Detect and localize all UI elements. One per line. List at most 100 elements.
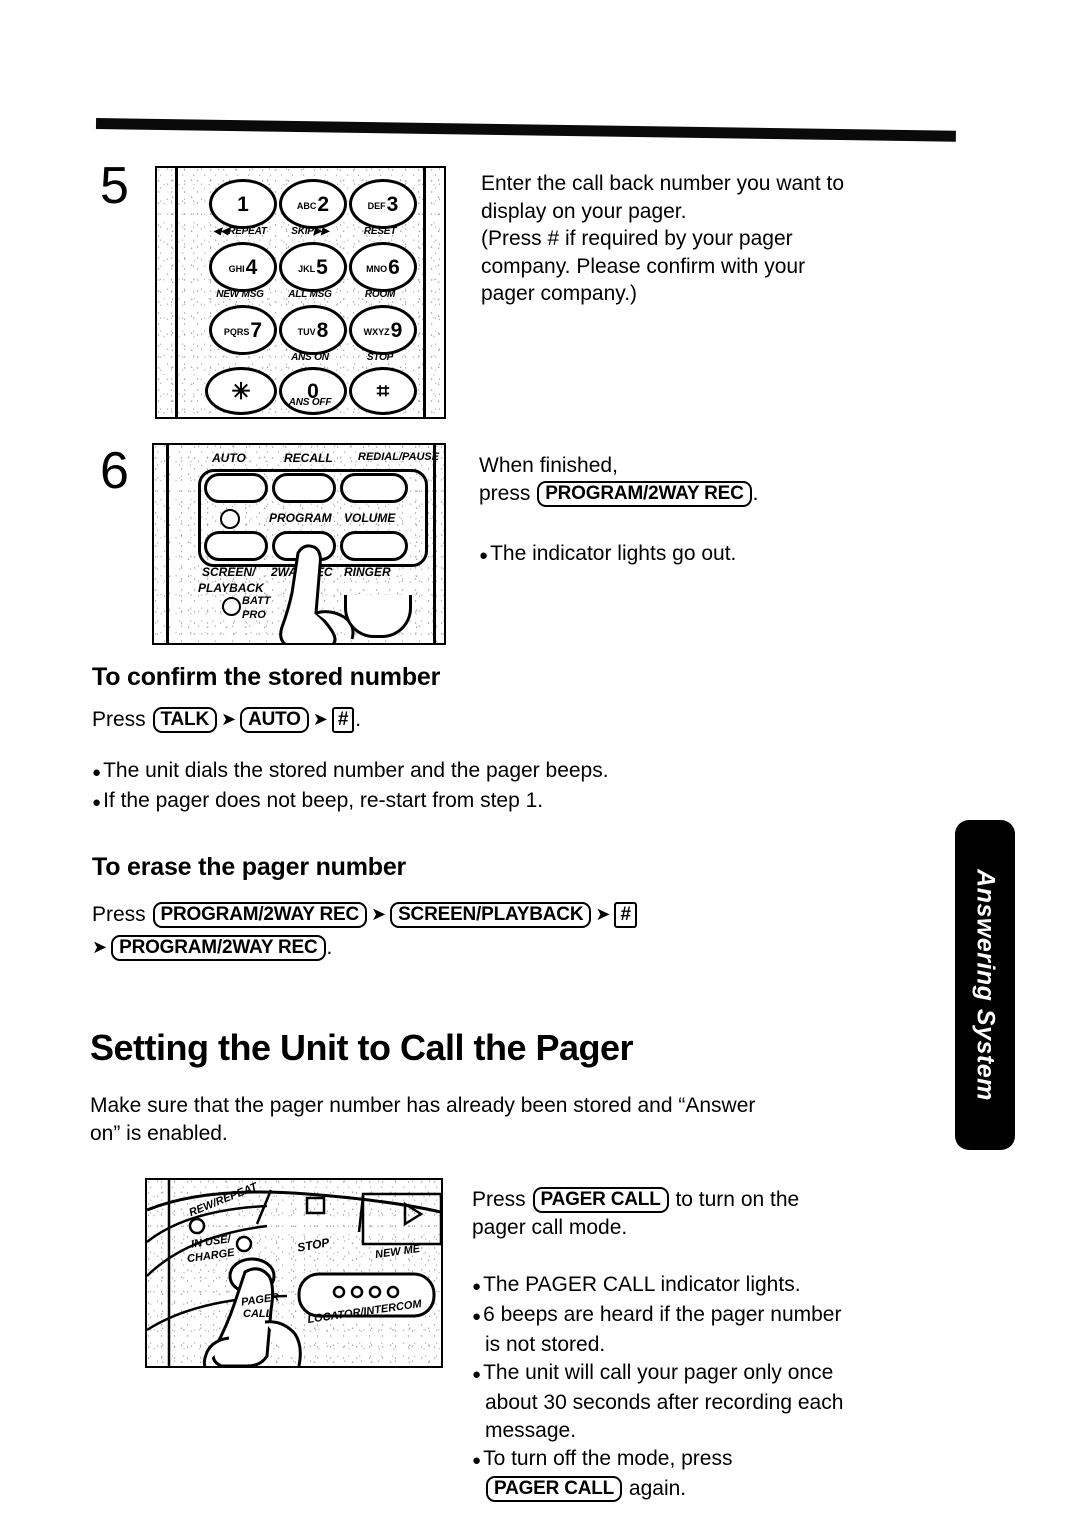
step-5-line-5: pager company.) [481,282,638,305]
pager-bullets: The PAGER CALL indicator lights. 6 beeps… [472,1271,962,1503]
keycap-auto: AUTO [240,707,309,733]
step-6-bullets: The indicator lights go out. [479,540,959,570]
label-stop: STOP [366,352,394,363]
key-7-digit: 7 [250,318,263,342]
period: . [355,708,362,731]
keycap-program-2way-rec: PROGRAM/2WAY REC [111,935,326,961]
period: . [326,936,333,959]
label-auto: AUTO [212,451,246,465]
key-5-digit: 5 [316,255,328,279]
key-hash-glyph: ⌗ [376,378,390,403]
period: . [752,481,759,505]
key-star-glyph: ✳ [231,377,251,404]
keycap-screen-playback: SCREEN/PLAYBACK [390,902,592,928]
label-skip: SKIP▶▶ [291,226,329,237]
bullet-item: The indicator lights go out. [479,540,959,570]
pager-instruction-line-2: pager call mode. [472,1215,628,1239]
key-4-digit: 4 [245,255,258,279]
label-call: CALL [243,1308,273,1320]
key-5-letters: JKL [298,263,316,274]
label-ans-off: ANS OFF [288,397,332,408]
label-screen: SCREEN/ [202,565,256,579]
label-volume: VOLUME [344,511,396,525]
key-9: WXYZ 9 [349,305,417,355]
erase-heading: To erase the pager number [92,853,407,881]
key-2-letters: ABC [296,200,317,211]
key-5: JKL 5 [279,242,347,292]
key-star: ✳ [205,367,277,415]
step-6-text: When finished, press PROGRAM/2WAY REC. [479,452,959,507]
pager-intro: Make sure that the pager number has alre… [90,1092,950,1147]
keypad-edge-left [175,168,178,417]
bullet-item: 6 beeps are heard if the pager number [472,1301,962,1331]
keycap-program-2way-rec: PROGRAM/2WAY REC [537,480,752,507]
step-6-illustration-base-unit: AUTO RECALL REDIAL/PAUSE PROGRAM VOLUME … [152,443,446,645]
page-title: Setting the Unit to Call the Pager [90,1027,634,1068]
confirm-heading: To confirm the stored number [92,663,441,691]
key-1-digit: 1 [237,192,249,216]
step-5-line-1: Enter the call back number you want to [481,172,845,195]
label-ans-on: ANS ON [291,352,329,363]
keycap-hash: # [614,902,637,928]
bullet-continuation: is not stored. [485,1333,606,1356]
key-8-digit: 8 [316,318,329,342]
key-hash: ⌗ [349,367,417,415]
label-reset: RESET [363,226,397,237]
label-playback: PLAYBACK [198,581,264,595]
label-pro: PRO [242,609,266,621]
key-9-digit: 9 [390,318,403,342]
arrow-icon: ➤ [595,904,611,924]
key-4-letters: GHI [228,263,245,274]
step-5-line-2: display on your pager. [481,199,687,223]
label-program: PROGRAM [269,511,332,525]
bullet-continuation-keycap-line: PAGER CALL again. [472,1475,962,1503]
step-6-number: 6 [100,442,129,500]
bullet-item: The unit dials the stored number and the… [92,757,732,787]
pager-instruction-line-1: Press PAGER CALL to turn on the [472,1186,962,1214]
pager-intro-line-2: on” is enabled. [90,1121,228,1145]
step-5-illustration-keypad: 1 ABC 2 DEF 3 ◀◀REPEAT SKIP▶▶ RESET GHI … [155,166,446,419]
bullet-item: The unit will call your pager only once [472,1359,962,1389]
step-6-line-2: press PROGRAM/2WAY REC. [479,480,959,508]
button-redial-pause [340,473,408,503]
step-5-line-3: (Press # if required by your pager [481,227,793,250]
button-recall [272,473,336,503]
label-new-msg: NEW MSG [216,289,264,300]
label-all-msg: ALL MSG [288,289,332,300]
key-2: ABC 2 [279,179,347,229]
press-label: Press [92,708,146,731]
bullet-continuation: about 30 seconds after recording each [485,1391,844,1414]
label-redial-pause: REDIAL/PAUSE [358,451,440,463]
arrow-icon: ➤ [312,709,328,729]
key-9-letters: WXYZ [363,326,390,337]
key-3-letters: DEF [367,200,386,211]
erase-line-2: ➤ PROGRAM/2WAY REC. [92,931,792,964]
label-repeat: ◀◀REPEAT [213,226,267,237]
label-room: ROOM [364,289,396,300]
key-6-digit: 6 [388,255,400,279]
key-8-letters: TUV [297,326,316,337]
button-auto [204,473,268,503]
erase-line-1: Press PROGRAM/2WAY REC ➤ SCREEN/PLAYBACK ➤ # [92,898,792,931]
press-label: press [479,481,537,505]
keycap-program-2way-rec: PROGRAM/2WAY REC [152,902,367,928]
key-4: GHI 4 [209,242,277,292]
keycap-talk: TALK [152,707,217,733]
confirm-bullets: The unit dials the stored number and the… [92,757,732,817]
key-8: TUV 8 [279,305,347,355]
bullet-item: To turn off the mode, press [472,1445,962,1475]
key-7: PQRS 7 [209,305,277,355]
press-label: Press [472,1188,532,1211]
key-3-digit: 3 [386,192,399,216]
led-indicator [220,509,240,529]
pager-call-illustration: REW/REPEAT IN USE/ CHARGE STOP NEW ME PA… [145,1178,443,1368]
header-rule [95,118,956,142]
arrow-icon: ➤ [92,937,108,957]
key-3: DEF 3 [349,179,417,229]
bullet-item: If the pager does not beep, re-start fro… [92,787,732,817]
pager-instruction: Press PAGER CALL to turn on the pager ca… [472,1186,962,1241]
step-6-line-1: When finished, [479,454,618,477]
last-line-suffix: again. [623,1477,687,1500]
pager-intro-line-1: Make sure that the pager number has alre… [90,1094,756,1117]
label-recall: RECALL [284,451,333,465]
